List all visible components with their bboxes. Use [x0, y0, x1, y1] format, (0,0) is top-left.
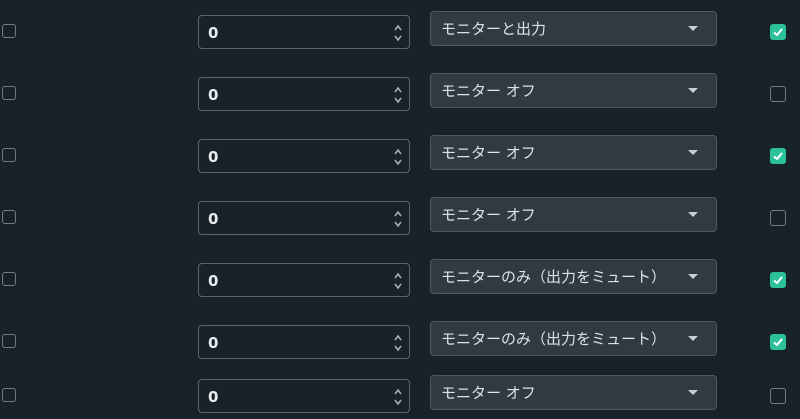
- up-down-chevrons-icon[interactable]: [393, 22, 403, 44]
- row-select-checkbox[interactable]: [2, 388, 16, 402]
- value-stepper[interactable]: 0: [198, 325, 410, 359]
- select-value: モニターのみ（出力をミュート）: [441, 268, 667, 286]
- up-down-chevrons-icon[interactable]: [393, 386, 403, 408]
- enable-checkbox[interactable]: [770, 272, 786, 288]
- monitoring-mode-select[interactable]: モニター オフ: [430, 73, 717, 108]
- caret-down-icon: [688, 88, 698, 93]
- monitoring-mode-select[interactable]: モニターのみ（出力をミュート）: [430, 259, 717, 294]
- caret-down-icon: [688, 274, 698, 279]
- monitoring-mode-select[interactable]: モニター オフ: [430, 197, 717, 232]
- value-stepper[interactable]: 0: [198, 15, 410, 49]
- caret-down-icon: [688, 150, 698, 155]
- select-value: モニター オフ: [441, 384, 536, 402]
- up-down-chevrons-icon[interactable]: [393, 146, 403, 168]
- value-stepper[interactable]: 0: [198, 77, 410, 111]
- caret-down-icon: [688, 390, 698, 395]
- enable-checkbox[interactable]: [770, 24, 786, 40]
- monitoring-mode-select[interactable]: モニターと出力: [430, 11, 717, 46]
- row-select-checkbox[interactable]: [2, 334, 16, 348]
- list-row: 0 モニターのみ（出力をミュート）: [0, 252, 800, 300]
- enable-checkbox[interactable]: [770, 210, 786, 226]
- stepper-value: 0: [208, 86, 219, 104]
- row-select-checkbox[interactable]: [2, 148, 16, 162]
- stepper-value: 0: [208, 334, 219, 352]
- list-row: 0 モニターと出力: [0, 4, 800, 52]
- monitoring-mode-select[interactable]: モニター オフ: [430, 135, 717, 170]
- stepper-value: 0: [208, 272, 219, 290]
- caret-down-icon: [688, 336, 698, 341]
- stepper-value: 0: [208, 210, 219, 228]
- up-down-chevrons-icon[interactable]: [393, 332, 403, 354]
- select-value: モニターと出力: [441, 20, 547, 38]
- up-down-chevrons-icon[interactable]: [393, 84, 403, 106]
- checkmark-icon: [773, 338, 783, 347]
- select-value: モニター オフ: [441, 144, 536, 162]
- row-select-checkbox[interactable]: [2, 86, 16, 100]
- monitoring-mode-select[interactable]: モニターのみ（出力をミュート）: [430, 321, 717, 356]
- enable-checkbox[interactable]: [770, 86, 786, 102]
- caret-down-icon: [688, 212, 698, 217]
- row-select-checkbox[interactable]: [2, 210, 16, 224]
- enable-checkbox[interactable]: [770, 388, 786, 404]
- select-value: モニター オフ: [441, 82, 536, 100]
- value-stepper[interactable]: 0: [198, 201, 410, 235]
- monitoring-mode-select[interactable]: モニター オフ: [430, 375, 717, 410]
- list-row: 0 モニター オフ: [0, 368, 800, 416]
- stepper-value: 0: [208, 24, 219, 42]
- audio-monitoring-list: 0 モニターと出力 0 モニター オフ 0 モニター オフ 0 モニター オフ …: [0, 0, 800, 419]
- row-select-checkbox[interactable]: [2, 272, 16, 286]
- stepper-value: 0: [208, 388, 219, 406]
- select-value: モニター オフ: [441, 206, 536, 224]
- list-row: 0 モニターのみ（出力をミュート）: [0, 314, 800, 362]
- value-stepper[interactable]: 0: [198, 379, 410, 413]
- checkmark-icon: [773, 276, 783, 285]
- enable-checkbox[interactable]: [770, 334, 786, 350]
- select-value: モニターのみ（出力をミュート）: [441, 330, 667, 348]
- value-stepper[interactable]: 0: [198, 263, 410, 297]
- list-row: 0 モニター オフ: [0, 190, 800, 238]
- row-select-checkbox[interactable]: [2, 24, 16, 38]
- up-down-chevrons-icon[interactable]: [393, 208, 403, 230]
- list-row: 0 モニター オフ: [0, 66, 800, 114]
- value-stepper[interactable]: 0: [198, 139, 410, 173]
- stepper-value: 0: [208, 148, 219, 166]
- caret-down-icon: [688, 26, 698, 31]
- up-down-chevrons-icon[interactable]: [393, 270, 403, 292]
- list-row: 0 モニター オフ: [0, 128, 800, 176]
- checkmark-icon: [773, 28, 783, 37]
- enable-checkbox[interactable]: [770, 148, 786, 164]
- checkmark-icon: [773, 152, 783, 161]
